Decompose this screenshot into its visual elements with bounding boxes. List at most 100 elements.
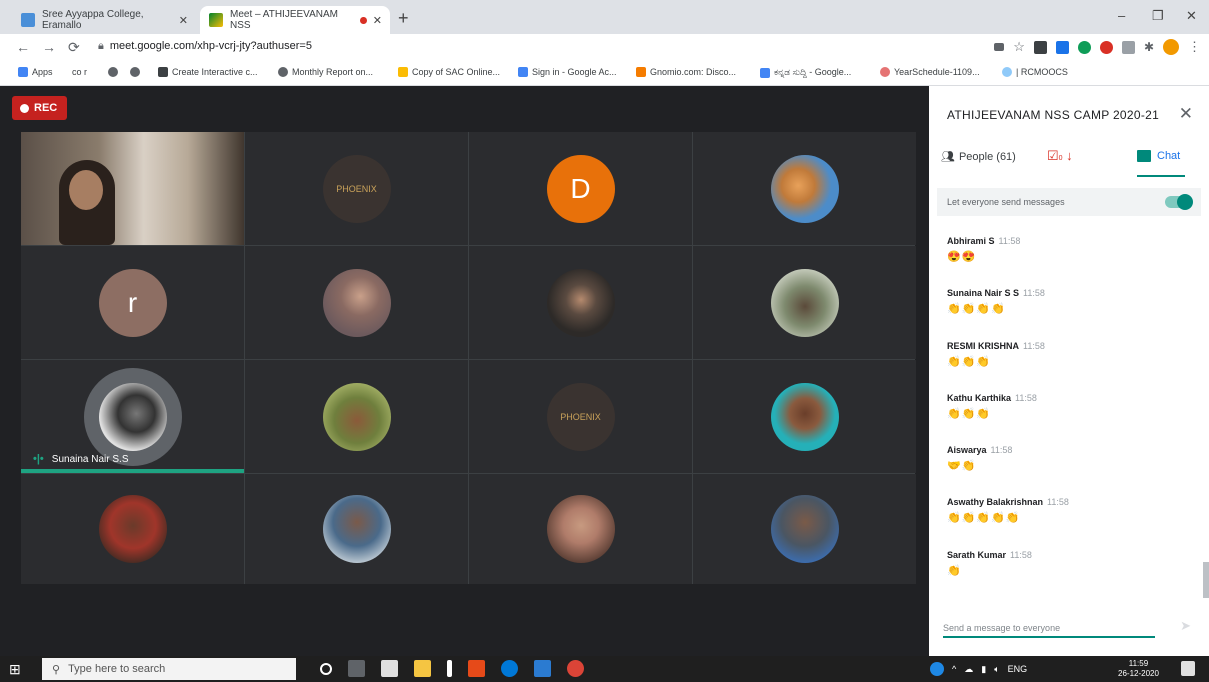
app-icon[interactable] bbox=[447, 660, 452, 677]
office-icon[interactable] bbox=[468, 660, 485, 677]
participant-tile[interactable]: PHOENIX bbox=[245, 132, 468, 245]
photo-avatar bbox=[770, 382, 839, 451]
forward-arrow-icon[interactable]: → bbox=[42, 39, 56, 55]
participant-tile[interactable] bbox=[693, 360, 916, 473]
participant-tile[interactable] bbox=[245, 474, 468, 584]
bookmark-create-interactive[interactable]: Create Interactive c... bbox=[158, 67, 258, 77]
camera-icon[interactable] bbox=[994, 43, 1005, 51]
tab-meet[interactable]: Meet – ATHIJEEVANAM NSS ✕ bbox=[200, 6, 390, 34]
taskbar-clock[interactable]: 11:59 26-12-2020 bbox=[1118, 659, 1159, 679]
tab-people[interactable]: 👥︎ People (61) bbox=[941, 150, 1016, 164]
bookmark-kannada-news[interactable]: ಕನ್ನಡ ಸುದ್ದಿ - Google... bbox=[760, 67, 851, 78]
meet-stage: REC PHOENIX D r •|• Sunaina Nair S.S PHO… bbox=[0, 86, 929, 656]
participant-tile[interactable] bbox=[693, 474, 916, 584]
language-indicator[interactable]: ENG bbox=[1008, 664, 1028, 674]
chat-input[interactable]: Send a message to everyone bbox=[943, 618, 1155, 638]
bookmark-sac-online[interactable]: Copy of SAC Online... bbox=[398, 67, 500, 77]
chevron-up-icon[interactable]: ^ bbox=[952, 664, 956, 674]
close-window-button[interactable]: ✕ bbox=[1186, 8, 1197, 24]
bookmark-blank-1[interactable] bbox=[108, 67, 118, 77]
phoenix-logo-avatar: PHOENIX bbox=[546, 382, 615, 451]
extension-icon[interactable] bbox=[1121, 40, 1135, 54]
profile-avatar[interactable] bbox=[1163, 39, 1179, 55]
windows-start-icon[interactable]: ⊞ bbox=[9, 661, 21, 678]
participant-tile[interactable] bbox=[21, 474, 244, 584]
bookmark-apps[interactable]: Apps bbox=[18, 67, 53, 77]
battery-icon[interactable]: ▮ bbox=[981, 664, 986, 675]
tab-college[interactable]: Sree Ayyappa College, Eramallo ✕ bbox=[12, 6, 196, 34]
message-sender: Sarath Kumar bbox=[947, 549, 1007, 560]
message-sender: Kathu Karthika bbox=[947, 392, 1012, 403]
photo-avatar bbox=[322, 495, 391, 563]
bookmark-blank-2[interactable] bbox=[130, 67, 140, 77]
chat-message: RESMI KRISHNA 11:58 👏👏👏 bbox=[947, 341, 1187, 393]
star-icon[interactable]: ☆ bbox=[1013, 39, 1025, 55]
notifications-icon[interactable] bbox=[1181, 661, 1195, 676]
chat-scrollbar[interactable] bbox=[1203, 562, 1209, 598]
extension-icon[interactable] bbox=[1033, 40, 1047, 54]
chrome-icon[interactable] bbox=[567, 660, 584, 677]
taskbar-search[interactable]: ⚲ Type here to search bbox=[42, 658, 296, 680]
menu-dots-icon[interactable]: ⋮ bbox=[1188, 39, 1201, 55]
active-tab-indicator bbox=[1137, 175, 1185, 177]
participant-tile[interactable] bbox=[469, 474, 692, 584]
participant-tile[interactable] bbox=[469, 246, 692, 359]
minimize-button[interactable]: – bbox=[1118, 8, 1125, 23]
participant-tile[interactable]: D bbox=[469, 132, 692, 245]
bookmark-gnomio[interactable]: Gnomio.com: Disco... bbox=[636, 67, 736, 77]
message-sender: Aiswarya bbox=[947, 445, 987, 456]
url-field[interactable]: 🔒︎ meet.google.com/xhp-vcrj-jty?authuser=… bbox=[98, 40, 312, 53]
photo-avatar bbox=[98, 495, 167, 563]
extension-icon[interactable] bbox=[1055, 40, 1069, 54]
participant-tile-speaking[interactable]: •|• Sunaina Nair S.S bbox=[21, 360, 244, 473]
maximize-button[interactable]: ❐ bbox=[1152, 8, 1164, 24]
participant-tile[interactable] bbox=[245, 360, 468, 473]
tab-chat[interactable]: Chat bbox=[1137, 150, 1180, 162]
bookmark-rcmoocs[interactable]: | RCMOOCS bbox=[1002, 67, 1068, 77]
mail-icon[interactable] bbox=[534, 660, 551, 677]
photo-avatar bbox=[770, 268, 839, 337]
photo-avatar bbox=[322, 268, 391, 337]
let-everyone-send-toggle[interactable] bbox=[1165, 194, 1193, 210]
send-icon[interactable]: ➤ bbox=[1180, 618, 1191, 634]
edge-icon[interactable] bbox=[501, 660, 518, 677]
participant-tile[interactable]: PHOENIX bbox=[469, 360, 692, 473]
globe-icon bbox=[130, 67, 140, 77]
close-panel-icon[interactable]: ✕ bbox=[1179, 104, 1193, 124]
close-tab-icon[interactable]: ✕ bbox=[373, 14, 382, 27]
message-sender: Aswathy Balakrishnan bbox=[947, 497, 1044, 508]
participant-video bbox=[21, 132, 244, 245]
participant-tile[interactable] bbox=[21, 132, 244, 245]
cortana-icon[interactable] bbox=[320, 663, 332, 675]
extension-icon[interactable] bbox=[1099, 40, 1113, 54]
bookmark-monthly-report[interactable]: Monthly Report on... bbox=[278, 67, 373, 77]
volume-icon[interactable]: 🔈︎ bbox=[994, 664, 999, 675]
chat-message: Aiswarya 11:58 🤝👏 bbox=[947, 445, 1187, 497]
reload-icon[interactable]: ⟳ bbox=[68, 39, 80, 56]
participant-tile[interactable] bbox=[245, 246, 468, 359]
chat-label: Chat bbox=[1157, 150, 1181, 162]
participant-tile[interactable] bbox=[693, 246, 916, 359]
globe-icon bbox=[278, 67, 288, 77]
file-explorer-icon[interactable] bbox=[414, 660, 431, 677]
close-tab-icon[interactable]: ✕ bbox=[179, 14, 188, 27]
puzzle-icon[interactable]: ✱ bbox=[1144, 40, 1154, 54]
bookmark-cor[interactable]: co r bbox=[72, 67, 87, 77]
bookmark-yearschedule[interactable]: YearSchedule-1109... bbox=[880, 67, 980, 77]
help-icon[interactable] bbox=[930, 662, 944, 676]
task-view-icon[interactable] bbox=[348, 660, 365, 677]
extension-icon[interactable] bbox=[1077, 40, 1091, 54]
participant-nameplate: •|• Sunaina Nair S.S bbox=[33, 453, 129, 465]
new-tab-button[interactable]: + bbox=[398, 8, 409, 29]
amazon-icon[interactable] bbox=[381, 660, 398, 677]
participant-tile[interactable]: r bbox=[21, 246, 244, 359]
meeting-details-panel: ATHIJEEVANAM NSS CAMP 2020-21 ✕ 👥︎ Peopl… bbox=[929, 86, 1209, 656]
message-text: 👏 bbox=[947, 564, 962, 577]
bookmark-google-signin[interactable]: Sign in - Google Ac... bbox=[518, 67, 617, 77]
participant-tile[interactable] bbox=[693, 132, 916, 245]
message-text: 🤝👏 bbox=[947, 460, 977, 473]
network-icon[interactable]: ☁︎ bbox=[964, 664, 973, 675]
chat-message: Kathu Karthika 11:58 👏👏👏 bbox=[947, 393, 1187, 445]
back-arrow-icon[interactable]: ← bbox=[16, 39, 30, 55]
tasks-icon[interactable]: ☑︎0 ↓ bbox=[1047, 148, 1073, 164]
